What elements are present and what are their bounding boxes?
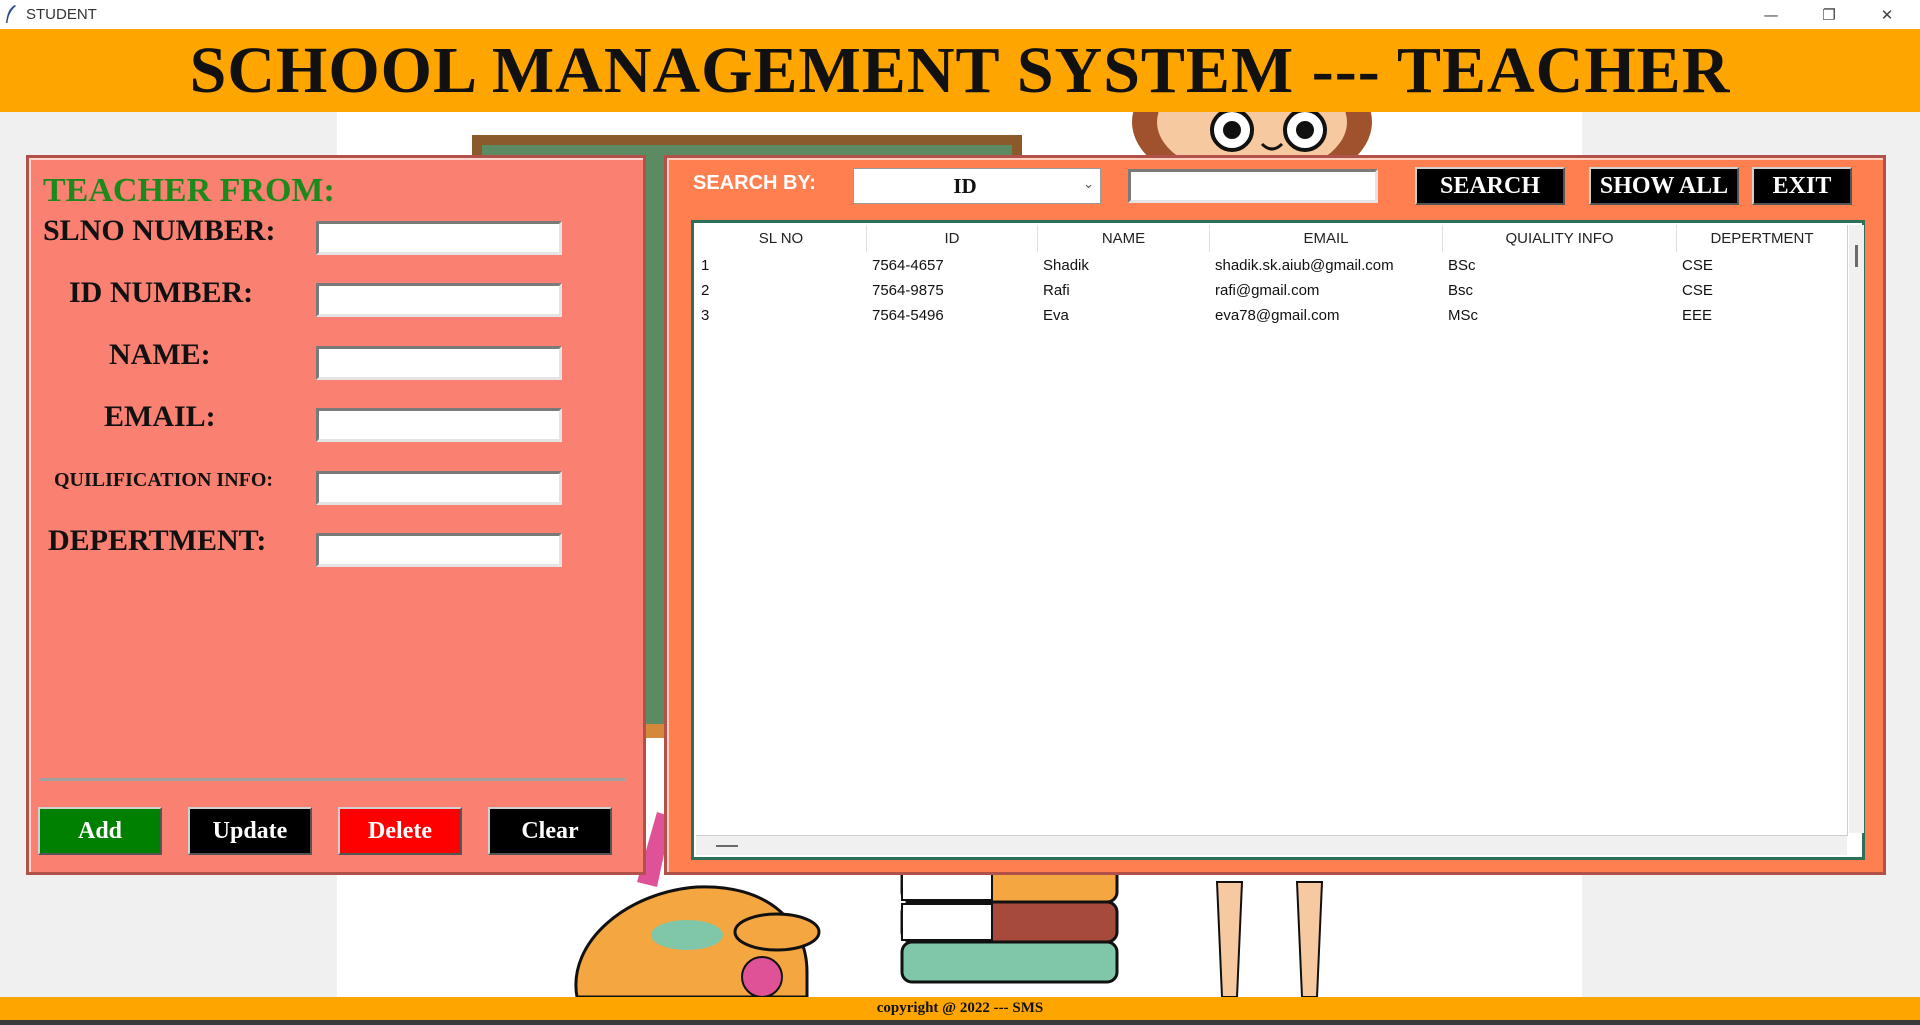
update-button[interactable]: Update	[188, 807, 312, 855]
cell-name: Rafi	[1043, 282, 1070, 299]
cell-id: 7564-9875	[872, 282, 944, 299]
slno-label: SLNO NUMBER:	[43, 214, 276, 247]
cell-department: EEE	[1682, 307, 1713, 324]
teacher-table-frame: SL NO ID NAME EMAIL QUIALITY INFO DEPERT…	[691, 220, 1865, 860]
copyright-text: copyright @ 2022 --- SMS	[876, 1000, 1044, 1016]
search-by-select[interactable]: ID ⌄	[853, 168, 1101, 204]
exit-button[interactable]: EXIT	[1752, 167, 1852, 205]
clear-button[interactable]: Clear	[488, 807, 612, 855]
cell-name: Eva	[1043, 307, 1069, 324]
search-by-label: SEARCH BY:	[693, 172, 816, 194]
cell-id: 7564-5496	[872, 307, 944, 324]
table-row[interactable]: 2 7564-9875 Rafi rafi@gmail.com Bsc CSE	[696, 278, 1847, 303]
cell-email: shadik.sk.aiub@gmail.com	[1215, 257, 1394, 274]
cell-quality: MSc	[1448, 307, 1478, 324]
email-input[interactable]	[316, 408, 562, 442]
department-label: DEPERTMENT:	[48, 524, 267, 557]
teacher-table[interactable]: SL NO ID NAME EMAIL QUIALITY INFO DEPERT…	[696, 225, 1848, 836]
window-title: STUDENT	[26, 6, 97, 23]
name-label: NAME:	[109, 338, 211, 371]
cell-id: 7564-4657	[872, 257, 944, 274]
cell-slno: 2	[701, 282, 710, 299]
table-header: SL NO ID NAME EMAIL QUIALITY INFO DEPERT…	[696, 225, 1847, 252]
cell-email: rafi@gmail.com	[1215, 282, 1320, 299]
form-divider	[39, 778, 625, 781]
window-title-bar: STUDENT — ❐ ✕	[0, 0, 1920, 29]
feather-icon	[6, 5, 16, 23]
horizontal-scrollbar[interactable]	[696, 836, 1847, 855]
add-button[interactable]: Add	[38, 807, 162, 855]
id-label: ID NUMBER:	[69, 276, 254, 309]
qualification-input[interactable]	[316, 471, 562, 505]
cell-email: eva78@gmail.com	[1215, 307, 1340, 324]
cell-quality: Bsc	[1448, 282, 1474, 299]
id-input[interactable]	[316, 283, 562, 317]
column-header-email[interactable]: EMAIL	[1210, 225, 1443, 252]
cell-quality: BSc	[1448, 257, 1476, 274]
cell-slno: 1	[701, 257, 710, 274]
chevron-down-icon[interactable]: ⌄	[1083, 177, 1094, 192]
teacher-list-panel: SEARCH BY: ID ⌄ SEARCH SHOW ALL EXIT SL …	[664, 155, 1886, 875]
table-row[interactable]: 1 7564-4657 Shadik shadik.sk.aiub@gmail.…	[696, 253, 1847, 278]
vertical-scrollbar[interactable]	[1849, 225, 1864, 833]
column-header-slno[interactable]: SL NO	[696, 225, 867, 252]
name-input[interactable]	[316, 346, 562, 380]
form-title: TEACHER FROM:	[43, 172, 335, 209]
restore-button[interactable]: ❐	[1800, 0, 1858, 29]
column-header-department[interactable]: DEPERTMENT	[1677, 225, 1847, 252]
footer: copyright @ 2022 --- SMS	[0, 997, 1920, 1020]
horizontal-scroll-thumb[interactable]	[716, 845, 738, 847]
bottom-border	[0, 1020, 1920, 1025]
column-header-quality[interactable]: QUIALITY INFO	[1443, 225, 1677, 252]
search-by-value: ID	[953, 173, 977, 198]
cell-department: CSE	[1682, 257, 1713, 274]
page-title: SCHOOL MANAGEMENT SYSTEM --- TEACHER	[189, 33, 1731, 107]
minimize-button[interactable]: —	[1742, 0, 1800, 29]
column-header-id[interactable]: ID	[867, 225, 1038, 252]
search-input[interactable]	[1128, 169, 1378, 203]
qualification-label: QUILIFICATION INFO:	[54, 469, 274, 491]
slno-input[interactable]	[316, 221, 562, 255]
app-header: SCHOOL MANAGEMENT SYSTEM --- TEACHER	[0, 29, 1920, 112]
column-header-name[interactable]: NAME	[1038, 225, 1210, 252]
table-row[interactable]: 3 7564-5496 Eva eva78@gmail.com MSc EEE	[696, 303, 1847, 328]
department-input[interactable]	[316, 533, 562, 567]
show-all-button[interactable]: SHOW ALL	[1589, 167, 1739, 205]
close-button[interactable]: ✕	[1858, 0, 1916, 29]
cell-slno: 3	[701, 307, 710, 324]
delete-button[interactable]: Delete	[338, 807, 462, 855]
email-label: EMAIL:	[104, 400, 216, 433]
cell-department: CSE	[1682, 282, 1713, 299]
search-button[interactable]: SEARCH	[1415, 167, 1565, 205]
teacher-form-panel: TEACHER FROM: SLNO NUMBER: ID NUMBER: NA…	[26, 155, 646, 875]
cell-name: Shadik	[1043, 257, 1089, 274]
vertical-scroll-thumb[interactable]	[1855, 245, 1858, 267]
